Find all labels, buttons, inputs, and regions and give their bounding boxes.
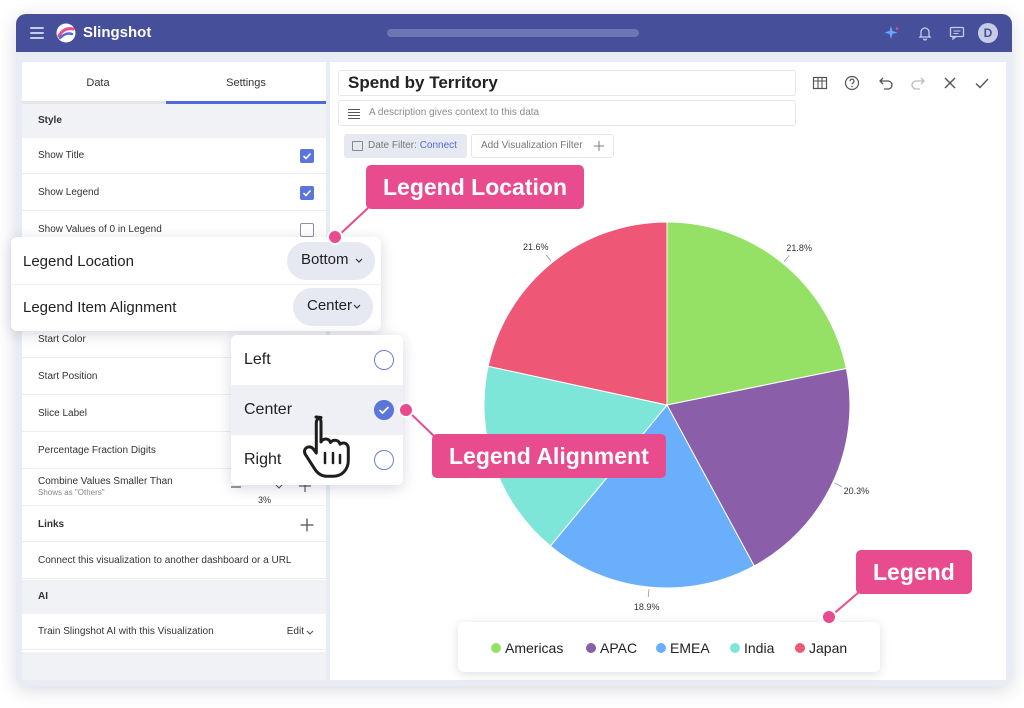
callout-legend-location: Legend Location <box>366 165 584 209</box>
callout-legend: Legend <box>856 550 972 594</box>
callout-dot-alignment <box>398 402 414 418</box>
callout-dot-legend <box>821 609 837 625</box>
callout-connectors <box>336 207 860 618</box>
callout-legend-alignment: Legend Alignment <box>432 434 666 478</box>
callout-dot-location <box>327 229 343 245</box>
